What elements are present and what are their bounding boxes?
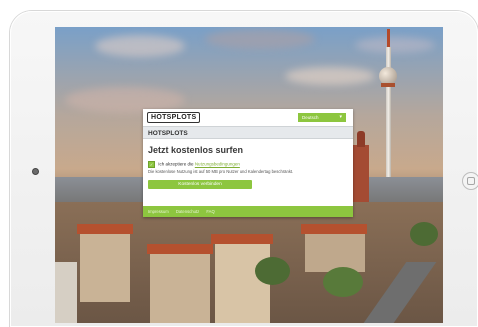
cloud xyxy=(355,37,435,53)
popup-title: HOTSPLOTS xyxy=(143,126,353,139)
language-select[interactable]: Deutsch ▾ xyxy=(298,113,346,122)
building xyxy=(80,232,130,302)
roof xyxy=(211,234,273,244)
footer-links: Impressum Datenschutz FAQ xyxy=(148,208,221,215)
hotspot-login-popup: HOTSPLOTS Deutsch ▾ HOTSPLOTS Jetzt kost… xyxy=(143,109,353,217)
usage-info: Die kostenlose Nutzung ist auf 50 MB pro… xyxy=(148,169,294,174)
terms-label: Ich akzeptiere die xyxy=(158,161,194,167)
connect-button[interactable]: Kostenlos verbinden xyxy=(148,180,252,189)
roof xyxy=(147,244,213,254)
hotsplots-logo: HOTSPLOTS xyxy=(147,112,201,123)
building xyxy=(150,252,210,323)
street xyxy=(363,262,437,323)
screen: HOTSPLOTS Deutsch ▾ HOTSPLOTS Jetzt kost… xyxy=(55,27,443,323)
tree xyxy=(410,222,438,246)
cloud xyxy=(95,35,185,57)
terms-checkbox[interactable]: ✓ xyxy=(148,161,155,168)
footer-link-datenschutz[interactable]: Datenschutz xyxy=(176,209,199,214)
building xyxy=(305,232,365,272)
tree xyxy=(323,267,363,297)
chevron-down-icon: ▾ xyxy=(339,114,342,120)
tree xyxy=(255,257,290,285)
terms-link[interactable]: Nutzungsbedingungen xyxy=(195,162,240,167)
popup-footer: Impressum Datenschutz FAQ xyxy=(143,206,353,217)
camera-icon xyxy=(32,168,39,175)
home-button[interactable] xyxy=(462,172,478,190)
city-buildings xyxy=(55,202,443,323)
roof xyxy=(301,224,367,234)
church-tower xyxy=(353,131,369,205)
language-select-value: Deutsch xyxy=(302,115,319,120)
roof xyxy=(77,224,133,234)
headline: Jetzt kostenlos surfen xyxy=(148,145,244,155)
cloud xyxy=(285,67,375,85)
terms-row: ✓ Ich akzeptiere die Nutzungsbedingungen xyxy=(148,161,240,168)
footer-link-impressum[interactable]: Impressum xyxy=(148,209,169,214)
cloud xyxy=(205,29,315,49)
footer-link-faq[interactable]: FAQ xyxy=(206,209,214,214)
tv-tower-ring xyxy=(381,83,395,87)
popup-header: HOTSPLOTS Deutsch ▾ xyxy=(143,109,353,125)
building xyxy=(55,262,77,323)
